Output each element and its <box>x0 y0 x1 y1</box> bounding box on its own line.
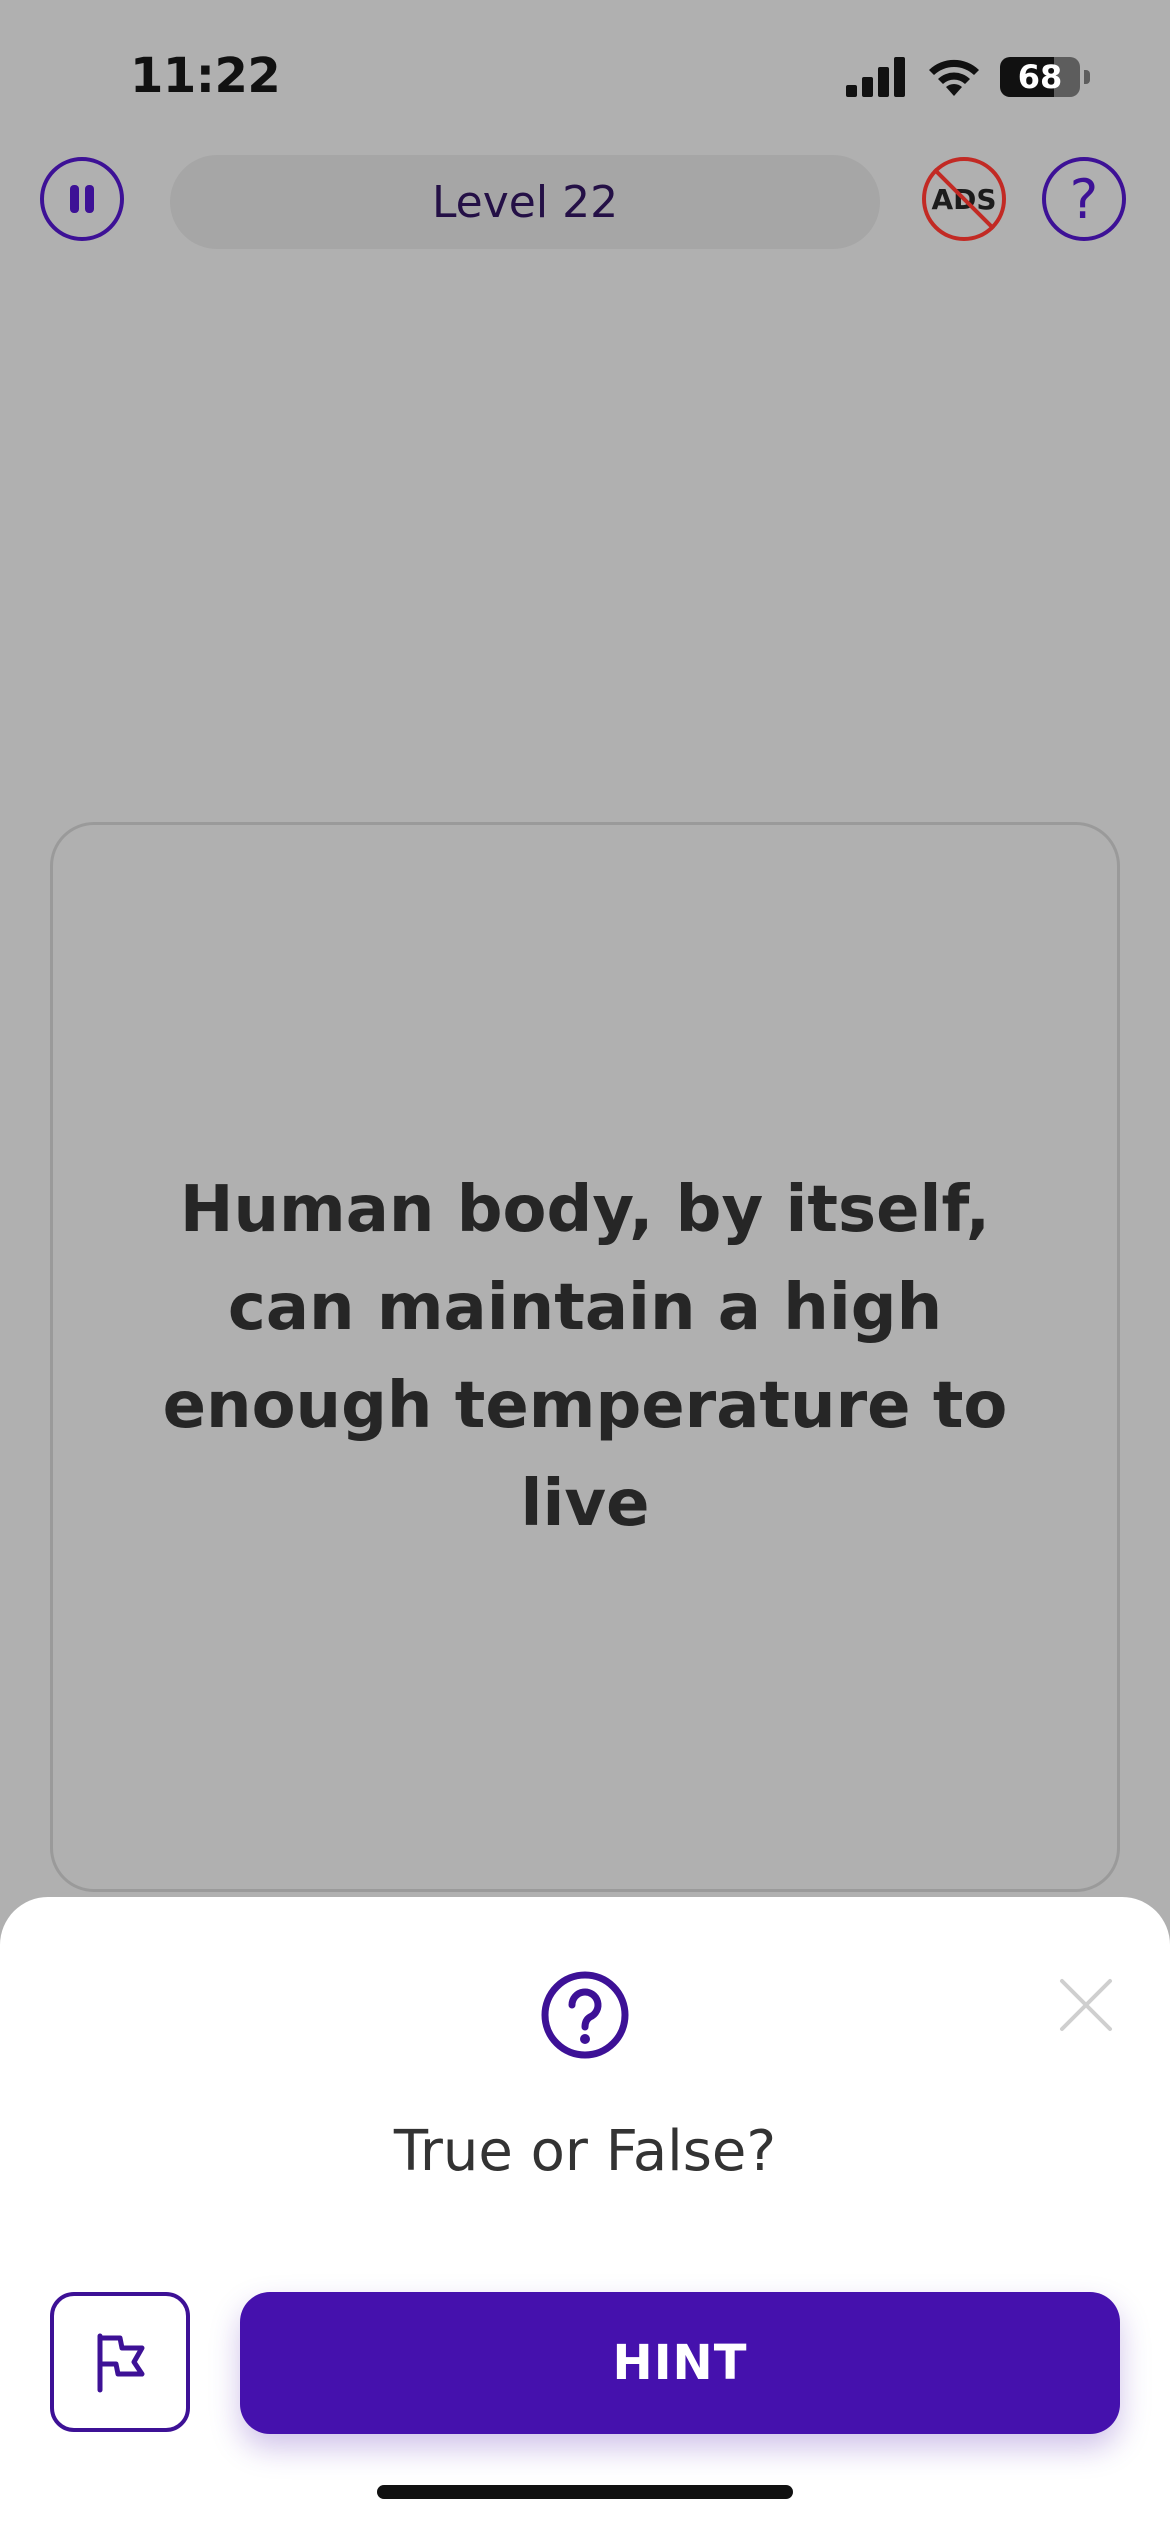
flag-icon <box>97 2333 145 2393</box>
battery-tip <box>1084 70 1090 84</box>
pause-button[interactable] <box>40 157 124 241</box>
question-mark-icon: ? <box>1069 167 1099 231</box>
close-icon[interactable] <box>1058 1977 1114 2033</box>
question-circle-icon <box>541 1971 629 2059</box>
question-card: Human body, by itself, can maintain a hi… <box>50 822 1120 1892</box>
level-indicator: Level 22 <box>170 155 880 249</box>
pause-icon <box>70 185 94 213</box>
battery-icon: 68 <box>1000 57 1080 97</box>
answer-sheet: True or False? HINT <box>0 1897 1170 2532</box>
sheet-title: True or False? <box>393 2119 777 2184</box>
status-icons: 68 <box>846 52 1090 102</box>
game-screen: 11:22 68 Level 22 ADS ? <box>0 0 1170 2532</box>
remove-ads-button[interactable]: ADS <box>922 157 1006 241</box>
report-button[interactable] <box>50 2292 190 2432</box>
status-time: 11:22 <box>130 48 281 104</box>
wifi-icon <box>929 59 979 96</box>
home-indicator[interactable] <box>377 2485 793 2499</box>
help-button[interactable]: ? <box>1042 157 1126 241</box>
question-text: Human body, by itself, can maintain a hi… <box>162 1173 1008 1541</box>
cellular-signal-icon <box>846 57 905 97</box>
battery-percent: 68 <box>1017 58 1063 96</box>
hint-button[interactable]: HINT <box>240 2292 1120 2434</box>
